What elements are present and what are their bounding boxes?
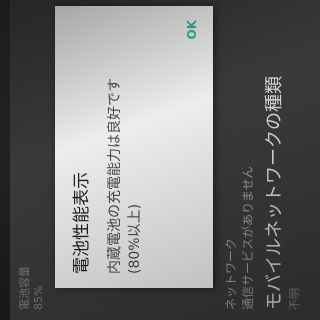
- phone-screen: 電池容量 85% ネットワーク 通信サービスがありません モバイルネットワークの…: [10, 0, 320, 320]
- battery-capacity-item-label[interactable]: 電池容量: [16, 266, 32, 310]
- mobile-network-type-item-value: 不明: [288, 288, 301, 310]
- network-item-label[interactable]: ネットワーク: [222, 238, 239, 310]
- dialog-message-line-2: (80%以上): [127, 203, 143, 274]
- ok-button[interactable]: OK: [185, 20, 199, 40]
- mobile-network-type-item-label[interactable]: モバイルネットワークの種類: [260, 76, 286, 310]
- battery-performance-dialog: 電池性能表示 内蔵電池の充電能力は良好です (80%以上) OK: [55, 6, 213, 288]
- photo-background: 電池容量 85% ネットワーク 通信サービスがありません モバイルネットワークの…: [0, 0, 320, 320]
- network-status-text: 通信サービスがありません: [241, 166, 255, 310]
- battery-capacity-item-value: 85%: [32, 285, 45, 310]
- dialog-title: 電池性能表示: [72, 172, 92, 274]
- dialog-message: 内蔵電池の充電能力は良好です (80%以上): [105, 24, 145, 274]
- dialog-message-line-1: 内蔵電池の充電能力は良好です: [107, 78, 123, 274]
